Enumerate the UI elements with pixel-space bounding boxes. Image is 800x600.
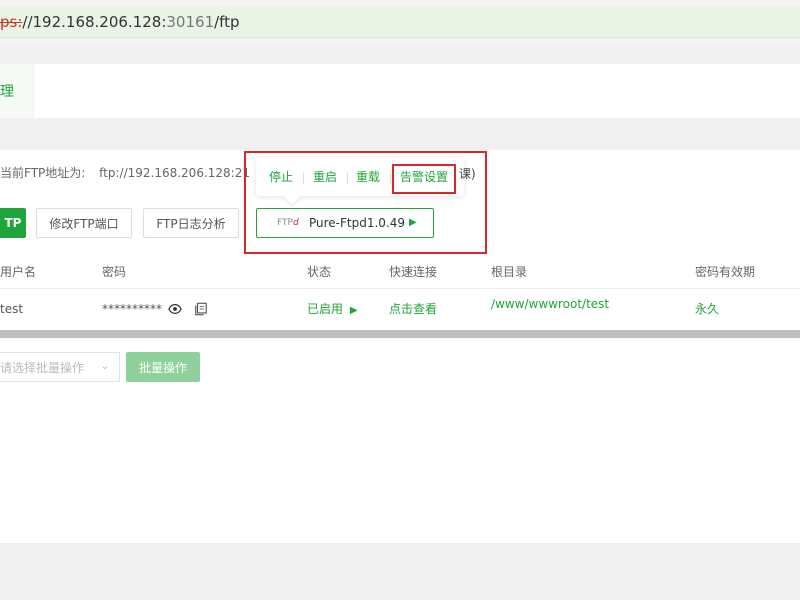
table-header: 用户名 密码 状态 快速连接 根目录 密码有效期 (0, 255, 800, 289)
col-root-dir: 根目录 (491, 265, 528, 279)
ftp-address-line: 当前FTP地址为: ftp://192.168.206.128:21 (0, 164, 250, 181)
col-status: 状态 (307, 265, 332, 279)
row-expiry[interactable]: 永久 (695, 290, 719, 328)
copy-icon[interactable] (194, 302, 208, 316)
horizontal-scrollbar[interactable] (0, 330, 800, 338)
address-bar[interactable]: ps: //192.168.206.128: 30161 /ftp (0, 6, 800, 38)
highlight-box-service-menu (244, 151, 487, 254)
url-host: //192.168.206.128: (22, 12, 167, 31)
tab-ftp-management[interactable]: 理 (0, 64, 34, 118)
browser-toolbar: ps: //192.168.206.128: 30161 /ftp (0, 0, 800, 46)
add-ftp-button[interactable]: TP (0, 208, 26, 238)
modify-ftp-port-button[interactable]: 修改FTP端口 (36, 208, 132, 238)
col-expiry: 密码有效期 (695, 265, 756, 279)
batch-operation-button[interactable]: 批量操作 (126, 352, 200, 382)
ftp-address-value: ftp://192.168.206.128:21 (99, 166, 250, 180)
url-path: /ftp (214, 12, 240, 31)
row-password: ********** (102, 302, 162, 316)
col-username: 用户名 (0, 265, 37, 279)
url-scheme: ps: (0, 12, 23, 31)
col-quick-connect: 快速连接 (389, 265, 438, 279)
row-status[interactable]: 已启用 ▶ (307, 290, 358, 330)
top-nav: 理 (0, 64, 800, 118)
play-icon: ▶ (349, 305, 358, 316)
row-status-label: 已启用 (307, 302, 344, 316)
row-quick-connect[interactable]: 点击查看 (389, 290, 437, 328)
chevron-down-icon: ⌄ (100, 361, 109, 372)
eye-icon[interactable] (168, 302, 182, 316)
ftp-address-label: 当前FTP地址为: (0, 166, 86, 180)
batch-select-placeholder: 请选择批量操作 (0, 360, 85, 375)
ftp-log-analysis-button[interactable]: FTP日志分析 (143, 208, 239, 238)
row-root-dir[interactable]: /www/wwwroot/test (491, 285, 609, 323)
table-row: test ********** 已启用 ▶ 点击查看 /www/wwwroot/… (0, 290, 800, 328)
batch-operation-select[interactable]: 请选择批量操作 ⌄ (0, 352, 120, 382)
col-password: 密码 (102, 265, 127, 279)
batch-area: 请选择批量操作 ⌄ 批量操作 (0, 338, 800, 543)
row-username: test (0, 302, 24, 316)
url-port: 30161 (166, 12, 215, 31)
